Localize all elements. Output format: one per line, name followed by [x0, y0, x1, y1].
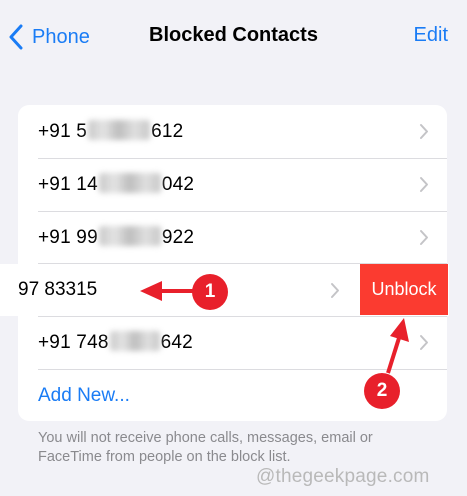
- add-new-button[interactable]: Add New...: [38, 385, 130, 407]
- phone-number: +91 99 922: [38, 226, 195, 248]
- redacted-blur: [98, 173, 161, 193]
- unblock-button[interactable]: Unblock: [360, 264, 448, 315]
- navigation-bar: Phone Blocked Contacts Edit: [0, 0, 467, 75]
- edit-button[interactable]: Edit: [414, 24, 448, 47]
- list-item[interactable]: +91 99 922: [18, 211, 447, 264]
- block-list-note: You will not receive phone calls, messag…: [38, 430, 373, 465]
- chevron-right-icon: [420, 230, 428, 245]
- list-item[interactable]: +91 5 612: [18, 105, 447, 158]
- phone-number: 97 83315: [18, 279, 98, 300]
- chevron-right-icon: [420, 124, 428, 139]
- chevron-right-icon: [331, 283, 339, 298]
- divider: [38, 369, 447, 370]
- phone-number: +91 14 042: [38, 173, 195, 195]
- list-item[interactable]: +91 14 042: [18, 158, 447, 211]
- annotation-badge-2: 2: [364, 373, 400, 409]
- redacted-blur: [88, 120, 151, 140]
- phone-number: +91 5 612: [38, 120, 184, 142]
- phone-number: +91 748 642: [38, 331, 193, 353]
- redacted-blur: [109, 331, 160, 351]
- redacted-blur: [98, 226, 161, 246]
- annotation-badge-1: 1: [192, 274, 228, 310]
- chevron-right-icon: [420, 335, 428, 350]
- watermark: @thegeekpage.com: [256, 466, 430, 487]
- page-title: Blocked Contacts: [149, 24, 318, 46]
- chevron-right-icon: [420, 177, 428, 192]
- list-item[interactable]: +91 748 642: [18, 316, 447, 369]
